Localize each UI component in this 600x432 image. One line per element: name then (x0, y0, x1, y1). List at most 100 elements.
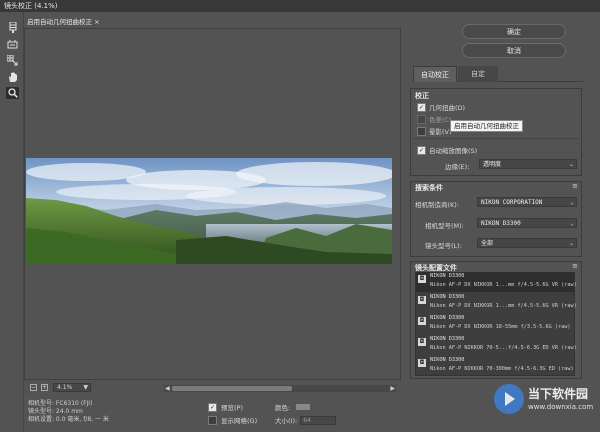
chevron-down-icon: ⌄ (570, 220, 574, 227)
list-item[interactable]: ◘ NIKON D3300 Nikon AF-P NIKKOR 70-300mm… (416, 356, 574, 376)
edge-label: 边缘(E): (445, 163, 470, 171)
zoom-select[interactable]: 4.1% ▼ (53, 383, 91, 392)
camera-maker-select[interactable]: NIKON CORPORATION ⌄ (477, 197, 577, 207)
profile-lens: Nikon AF-P NIKKOR 70-300mm f/4.5-6.3G ED… (430, 366, 574, 372)
lens-model-value: 全部 (481, 240, 494, 247)
zoom-out-button[interactable]: − (30, 384, 37, 391)
chevron-down-icon: ▼ (83, 384, 88, 391)
edge-value: 透明度 (483, 161, 502, 168)
camera-icon: ◘ (418, 317, 426, 325)
camera-model-label: 相机型号(M): (425, 222, 464, 230)
remove-distortion-icon[interactable] (6, 21, 19, 33)
camera-maker-value: NIKON CORPORATION (481, 199, 543, 206)
grid-size-option: 大小(I): 64 (275, 415, 337, 425)
hand-icon[interactable] (6, 71, 19, 83)
camera-model-text: 相机型号: FC6310 (FJI) (28, 400, 93, 407)
chevron-down-icon: ⌄ (568, 240, 574, 247)
chevron-down-icon: ⌄ (568, 161, 574, 168)
edge-select[interactable]: 透明度 ⌄ (479, 159, 577, 169)
preview-option[interactable]: ✓ 预览(P) (208, 402, 243, 412)
search-title: 搜索条件 (415, 184, 443, 192)
preview-image (26, 158, 392, 264)
zoom-icon[interactable] (6, 87, 19, 99)
correction-title: 校正 (415, 92, 429, 100)
profile-lens: Nikon AF-P NIKKOR 70-5...f/4.5-6.3G ED V… (430, 345, 577, 351)
scroll-left-icon[interactable]: ◀ (165, 385, 170, 392)
window-title: 镜头校正 (4.1%) (0, 0, 600, 12)
scrollbar-thumb[interactable] (172, 386, 292, 391)
tab-custom[interactable]: 自定 (458, 66, 498, 82)
watermark-logo (494, 384, 524, 414)
divider (413, 138, 579, 139)
tooltip: 启用自动几何扭曲校正 (450, 120, 523, 132)
scroll-right-icon[interactable]: ▶ (390, 385, 395, 392)
status-bar: − + 4.1% ▼ ◀ ▶ (24, 380, 401, 396)
profile-lens: Nikon AF-P DX NIKKOR 1...mm f/4.5-5.6G V… (430, 303, 577, 309)
horizontal-scrollbar[interactable]: ◀ ▶ (164, 385, 396, 392)
show-grid-checkbox[interactable] (208, 415, 217, 425)
show-grid-option[interactable]: 显示网格(G) (208, 415, 257, 425)
geometric-label: 几何扭曲(D) (429, 104, 466, 112)
grid-size-input[interactable]: 64 (300, 415, 337, 425)
auto-scale-checkbox[interactable]: ✓ (417, 145, 426, 155)
correction-group: 校正 ✓ 几何扭曲(D) 色差(C) 晕影(V) ✓ 自动缩放图像(S) 边缘(… (410, 88, 582, 176)
profile-camera: NIKON D3300 (430, 273, 465, 279)
auto-scale-option[interactable]: ✓ 自动缩放图像(S) (417, 145, 477, 155)
zoom-value: 4.1% (57, 384, 73, 391)
vignette-label: 晕影(V) (429, 128, 452, 136)
search-criteria-group: 搜索条件 ≡ 相机制造商(K): NIKON CORPORATION ⌄ 相机型… (410, 181, 582, 257)
profile-camera: NIKON D3300 (430, 315, 465, 321)
tab-bar: 自动校正 自定 (413, 66, 583, 82)
profile-lens: Nikon AF-P DX NIKKOR 1...mm f/4.5-5.6G V… (430, 282, 577, 288)
ok-button[interactable]: 确定 (462, 24, 566, 39)
tool-bar (0, 12, 24, 432)
camera-info: 相机型号: FC6310 (FJI) 镜头型号: 24.0 mm 相机设置: 0… (28, 400, 109, 424)
color-label: 颜色: (275, 404, 291, 412)
menu-icon[interactable]: ≡ (572, 262, 578, 270)
profile-lens: Nikon AF-P DX NIKKOR 18-55mm f/3.5-5.6G … (430, 324, 571, 330)
list-item[interactable]: ◘ NIKON D3300 Nikon AF-P DX NIKKOR 1...m… (416, 272, 577, 292)
camera-icon: ◘ (418, 359, 426, 367)
camera-settings-text: 相机设置: 0.0 毫米, f/8, 一 米 (28, 416, 109, 423)
geometric-option[interactable]: ✓ 几何扭曲(D) (417, 102, 465, 112)
chromatic-option[interactable]: 色差(C) (417, 114, 452, 124)
camera-icon: ◘ (418, 275, 426, 283)
tab-auto-correction[interactable]: 自动校正 (413, 66, 457, 82)
camera-maker-label: 相机制造商(K): (415, 201, 460, 209)
camera-model-select[interactable]: NIKON D3300 ⌄ (477, 218, 577, 228)
cancel-button[interactable]: 取消 (462, 43, 566, 58)
profile-camera: NIKON D3300 (430, 336, 465, 342)
list-item[interactable]: ◘ NIKON D3300 Nikon AF-P DX NIKKOR 18-55… (416, 314, 574, 334)
camera-icon: ◘ (418, 338, 426, 346)
chromatic-label: 色差(C) (429, 116, 452, 124)
chromatic-checkbox[interactable] (417, 114, 426, 124)
lens-model-label: 镜头型号(L): (425, 242, 462, 250)
move-grid-icon[interactable] (6, 54, 19, 66)
menu-icon[interactable]: ≡ (572, 182, 578, 190)
auto-scale-label: 自动缩放图像(S) (429, 147, 478, 155)
watermark-url: www.downxia.com (528, 403, 594, 411)
zoom-in-button[interactable]: + (41, 384, 48, 391)
straighten-icon[interactable] (6, 38, 19, 50)
document-tab[interactable]: 启用自动几何扭曲校正 × (27, 17, 100, 27)
document-tab-strip: 启用自动几何扭曲校正 × (24, 12, 401, 28)
preview-checkbox[interactable]: ✓ (208, 402, 217, 412)
geometric-checkbox[interactable]: ✓ (417, 102, 426, 112)
profile-camera: NIKON D3300 (430, 294, 465, 300)
lens-model-select[interactable]: 全部 ⌄ (477, 238, 577, 248)
grid-size-label: 大小(I): (275, 417, 298, 425)
show-grid-label: 显示网格(G) (221, 417, 258, 425)
vignette-checkbox[interactable] (417, 126, 426, 136)
camera-icon: ◘ (418, 296, 426, 304)
chevron-down-icon: ⌄ (570, 199, 574, 206)
color-swatch[interactable] (296, 404, 311, 410)
list-item[interactable]: ◘ NIKON D3300 Nikon AF-P NIKKOR 70-5...f… (416, 335, 577, 355)
vignette-option[interactable]: 晕影(V) (417, 126, 452, 136)
close-icon[interactable]: × (94, 18, 99, 26)
lens-model-text: 镜头型号: 24.0 mm (28, 408, 83, 415)
watermark-name: 当下软件园 (528, 387, 589, 401)
preview-label: 预览(P) (221, 404, 243, 412)
document-tab-label: 启用自动几何扭曲校正 (27, 18, 92, 26)
camera-model-value: NIKON D3300 (481, 220, 521, 227)
list-item[interactable]: ◘ NIKON D3300 Nikon AF-P DX NIKKOR 1...m… (416, 293, 577, 313)
